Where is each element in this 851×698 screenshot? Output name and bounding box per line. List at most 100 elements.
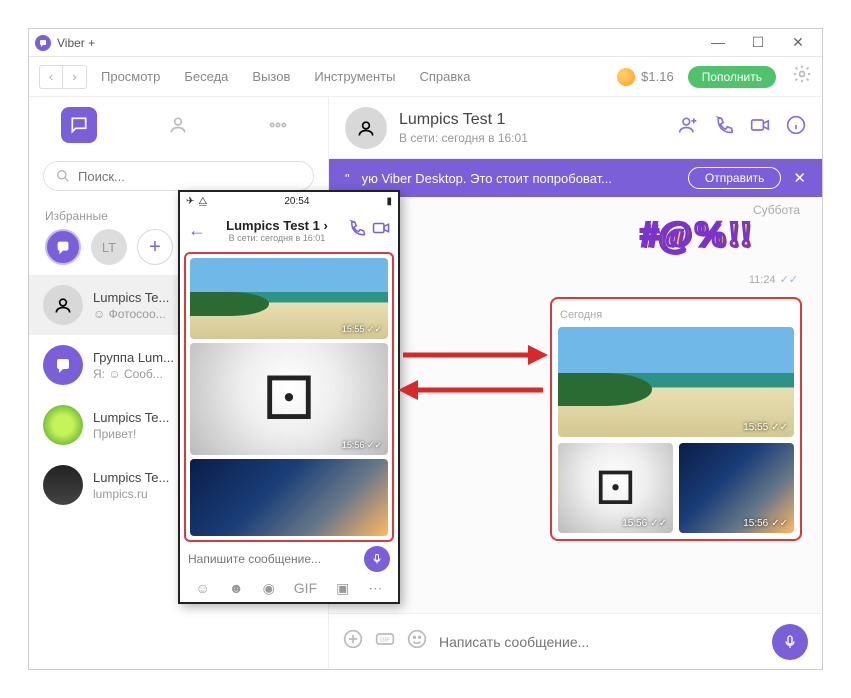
titlebar: Viber + — ☐ ✕ [29, 29, 822, 57]
tab-contacts[interactable] [160, 107, 196, 143]
phone-image-dice[interactable]: 15:56 ✓✓ [190, 343, 388, 454]
menu-view[interactable]: Просмотр [91, 65, 170, 88]
phone-gif-icon[interactable]: GIF [294, 580, 317, 596]
app-body: Избранные LT + Lumpics Te... ☺ Фотосоо..… [29, 97, 822, 669]
chevron-icon: › [323, 218, 327, 233]
phone-video-icon[interactable] [372, 219, 390, 242]
add-contact-icon[interactable] [678, 115, 698, 140]
menu-call[interactable]: Вызов [242, 65, 300, 88]
menu-help[interactable]: Справка [409, 65, 480, 88]
phone-sticker-icon[interactable]: ☺ [196, 580, 210, 596]
phone-statusbar: ✈ ⧋ 20:54 ▮ [180, 192, 398, 210]
chat-title: Lumpics Test 1 [399, 111, 528, 129]
nav-back-button[interactable]: ‹ [39, 65, 63, 89]
gallery-image-beach[interactable]: 15:55✓✓ [558, 327, 794, 437]
chat-header-info: Lumpics Test 1 В сети: сегодня в 16:01 [399, 111, 528, 145]
read-ticks-icon: ✓✓ [771, 422, 788, 433]
balance-amount: $1.16 [641, 69, 674, 84]
message-area[interactable]: Суббота #@%!! 11:24✓✓ Сегодня 15:55✓✓ 15… [329, 197, 822, 613]
menu-tools[interactable]: Инструменты [304, 65, 405, 88]
phone-header-info: Lumpics Test 1 › В сети: сегодня в 16:01 [212, 218, 342, 243]
phone-overlay: ✈ ⧋ 20:54 ▮ ← Lumpics Test 1 › В сети: се… [178, 190, 400, 604]
image-time: 15:56✓✓ [743, 518, 788, 529]
read-ticks-icon: ✓✓ [367, 324, 382, 334]
image-time: 15:55✓✓ [743, 422, 788, 433]
maximize-button[interactable]: ☐ [748, 34, 768, 51]
topup-button[interactable]: Пополнить [688, 66, 776, 88]
phone-composer [180, 544, 398, 574]
battery-icon: ▮ [386, 196, 392, 207]
settings-icon[interactable] [792, 64, 812, 89]
sticker-time: 11:24✓✓ [749, 273, 798, 286]
promo-text: ую Viber Desktop. Это стоит попробоват..… [362, 171, 676, 186]
favorite-add[interactable]: + [137, 229, 173, 265]
read-ticks-icon: ✓✓ [771, 518, 788, 529]
menubar: ‹ › Просмотр Беседа Вызов Инструменты Сп… [29, 57, 822, 97]
minimize-button[interactable]: — [708, 34, 728, 51]
nav-arrows: ‹ › [39, 65, 87, 89]
phone-back-button[interactable]: ← [188, 220, 206, 241]
promo-close-button[interactable]: ✕ [793, 169, 806, 187]
gallery-image-dice[interactable]: 15:56✓✓ [558, 443, 673, 533]
airplane-icon: ✈ [186, 196, 194, 207]
read-ticks-icon: ✓✓ [650, 518, 667, 529]
phone-emoji-icon[interactable]: ☻ [229, 580, 244, 596]
menu-chat[interactable]: Беседа [174, 65, 238, 88]
message-input[interactable] [439, 634, 760, 650]
phone-camera-icon[interactable]: ◉ [263, 580, 275, 597]
image-time: 15:56 ✓✓ [342, 440, 382, 451]
phone-more-icon[interactable]: ⋯ [368, 580, 382, 597]
gallery-day-label: Сегодня [560, 309, 792, 321]
nav-forward-button[interactable]: › [63, 65, 87, 89]
avatar [43, 285, 83, 325]
avatar [43, 465, 83, 505]
window-title: Viber + [57, 36, 95, 50]
avatar [43, 405, 83, 445]
sticker: #@%!! [641, 213, 752, 255]
read-ticks-icon: ✓✓ [780, 274, 798, 286]
phone-gallery: 15:55 ✓✓ 15:56 ✓✓ [184, 252, 394, 542]
phone-chat-name: Lumpics Test 1 › [212, 218, 342, 233]
image-gallery: Сегодня 15:55✓✓ 15:56✓✓ 15:56✓✓ [550, 297, 802, 541]
gif-icon[interactable]: GIF [375, 629, 395, 654]
close-button[interactable]: ✕ [788, 34, 808, 51]
info-icon[interactable] [786, 115, 806, 140]
phone-chat-status: В сети: сегодня в 16:01 [212, 233, 342, 243]
favorite-lt[interactable]: LT [91, 229, 127, 265]
add-icon[interactable] [343, 629, 363, 654]
emoji-icon[interactable] [407, 629, 427, 654]
phone-mic-button[interactable] [364, 546, 390, 572]
coin-icon [617, 68, 635, 86]
call-icon[interactable] [714, 115, 734, 140]
search-box[interactable] [43, 161, 314, 191]
sidebar-tabs [29, 97, 328, 153]
tab-more[interactable] [260, 107, 296, 143]
composer: GIF [329, 613, 822, 669]
phone-call-icon[interactable] [348, 219, 366, 242]
chat-header: Lumpics Test 1 В сети: сегодня в 16:01 [329, 97, 822, 159]
phone-image-tech[interactable] [190, 459, 388, 536]
app-window: Viber + — ☐ ✕ ‹ › Просмотр Беседа Вызов … [28, 28, 823, 670]
phone-image-beach[interactable]: 15:55 ✓✓ [190, 258, 388, 339]
phone-message-input[interactable] [188, 552, 356, 566]
phone-image-icon[interactable]: ▣ [336, 580, 349, 597]
balance: $1.16 [617, 68, 674, 86]
chat-avatar[interactable] [345, 107, 387, 149]
promo-send-button[interactable]: Отправить [688, 167, 782, 189]
promo-quote-icon: " [345, 171, 350, 186]
avatar [43, 345, 83, 385]
search-input[interactable] [78, 169, 301, 184]
favorite-viber[interactable] [45, 229, 81, 265]
image-time: 15:56✓✓ [622, 518, 667, 529]
mic-button[interactable] [772, 624, 808, 660]
phone-clock: 20:54 [284, 196, 309, 207]
viber-logo-icon [35, 35, 51, 51]
video-icon[interactable] [750, 115, 770, 140]
tab-chats[interactable] [61, 107, 97, 143]
phone-header: ← Lumpics Test 1 › В сети: сегодня в 16:… [180, 210, 398, 250]
read-ticks-icon: ✓✓ [367, 440, 382, 450]
wifi-icon: ⧋ [198, 196, 207, 207]
day-label: Суббота [753, 203, 800, 217]
window-controls: — ☐ ✕ [708, 34, 816, 51]
gallery-image-tech[interactable]: 15:56✓✓ [679, 443, 794, 533]
